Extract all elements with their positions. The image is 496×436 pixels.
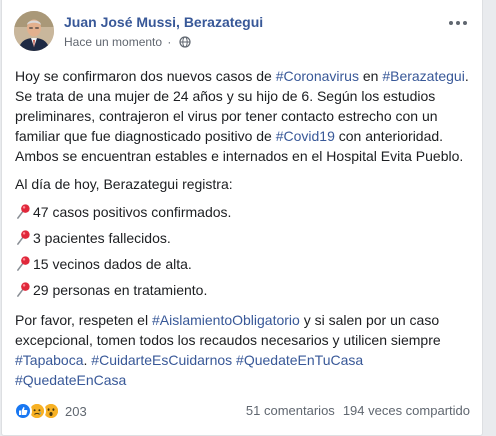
- reactions-summary[interactable]: 203: [14, 401, 87, 421]
- stat-line: 29 personas en tratamiento.: [15, 280, 477, 300]
- post-paragraph-2: Por favor, respeten el #AislamientoOblig…: [15, 312, 441, 388]
- globe-icon[interactable]: [179, 36, 191, 48]
- post-timestamp[interactable]: Hace un momento: [64, 35, 162, 49]
- post-meta: Hace un momento ·: [64, 35, 191, 49]
- hashtag-tapaboca[interactable]: #Tapaboca: [15, 352, 84, 368]
- like-icon: [14, 402, 32, 420]
- hashtag-berazategui[interactable]: #Berazategui: [382, 68, 465, 84]
- round-pushpin-icon: [17, 282, 30, 297]
- author-name[interactable]: Juan José Mussi, Berazategui: [64, 14, 263, 30]
- hashtag-covid19[interactable]: #Covid19: [276, 128, 335, 144]
- round-pushpin-icon: [17, 230, 30, 245]
- round-pushpin-icon: [17, 256, 30, 271]
- post-header: Juan José Mussi, Berazategui Hace un mom…: [14, 11, 470, 57]
- hashtag-aislamientoobligatorio[interactable]: #AislamientoObligatorio: [152, 312, 300, 328]
- post-body: Hoy se confirmaron dos nuevos casos de #…: [15, 66, 477, 398]
- hashtag-coronavirus[interactable]: #Coronavirus: [276, 68, 359, 84]
- post-card: Juan José Mussi, Berazategui Hace un mom…: [1, 0, 483, 436]
- hashtag-quedateentucasa[interactable]: #QuedateEnTuCasa: [236, 352, 363, 368]
- round-pushpin-icon: [17, 204, 30, 219]
- stat-line: 15 vecinos dados de alta.: [15, 254, 477, 274]
- stat-line: 3 pacientes fallecidos.: [15, 228, 477, 248]
- author-avatar[interactable]: [14, 11, 54, 51]
- comments-count[interactable]: 51 comentarios: [246, 403, 335, 418]
- stat-line: 47 casos positivos confirmados.: [15, 202, 477, 222]
- meta-separator: ·: [167, 35, 172, 49]
- post-paragraph-1: Hoy se confirmaron dos nuevos casos de #…: [15, 68, 469, 164]
- engagement-counts: 51 comentarios 194 veces compartido: [246, 403, 470, 418]
- post-intro: Al día de hoy, Berazategui registra:: [15, 176, 233, 192]
- hashtag-cuidarteescuidarnos[interactable]: #CuidarteEsCuidarnos: [91, 352, 232, 368]
- shares-count[interactable]: 194 veces compartido: [343, 403, 470, 418]
- post-footer: 203 51 comentarios 194 veces compartido: [14, 396, 470, 426]
- reaction-count: 203: [65, 403, 87, 419]
- more-options-icon[interactable]: [446, 15, 470, 31]
- hashtag-quedateencasa[interactable]: #QuedateEnCasa: [15, 372, 126, 388]
